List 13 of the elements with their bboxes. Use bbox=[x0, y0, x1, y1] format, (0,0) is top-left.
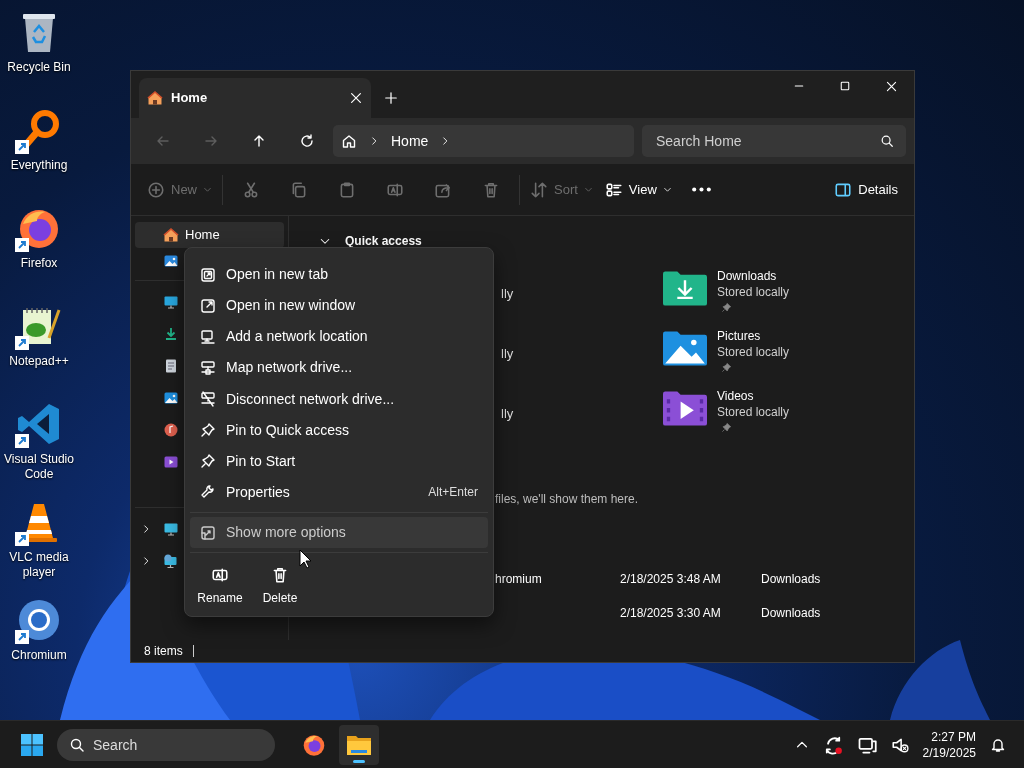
status-item-count: 8 items bbox=[144, 643, 183, 660]
file-date: 2/18/2025 3:48 AM bbox=[620, 572, 721, 586]
file-location: Downloads bbox=[761, 605, 821, 622]
file-location: Downloads bbox=[761, 571, 821, 588]
empty-message: files, we'll show them here. bbox=[495, 491, 639, 508]
folder-subtitle: Stored locally bbox=[717, 344, 790, 360]
tile-subtitle: lly bbox=[501, 346, 514, 361]
tile-subtitle: lly bbox=[501, 286, 514, 301]
folder-subtitle: Stored locally bbox=[717, 404, 790, 420]
tile-subtitle: lly bbox=[501, 406, 514, 421]
tab-title: Home bbox=[171, 89, 208, 108]
file-date: 2/18/2025 3:30 AM bbox=[620, 606, 721, 620]
folder-subtitle: Stored locally bbox=[717, 284, 790, 300]
